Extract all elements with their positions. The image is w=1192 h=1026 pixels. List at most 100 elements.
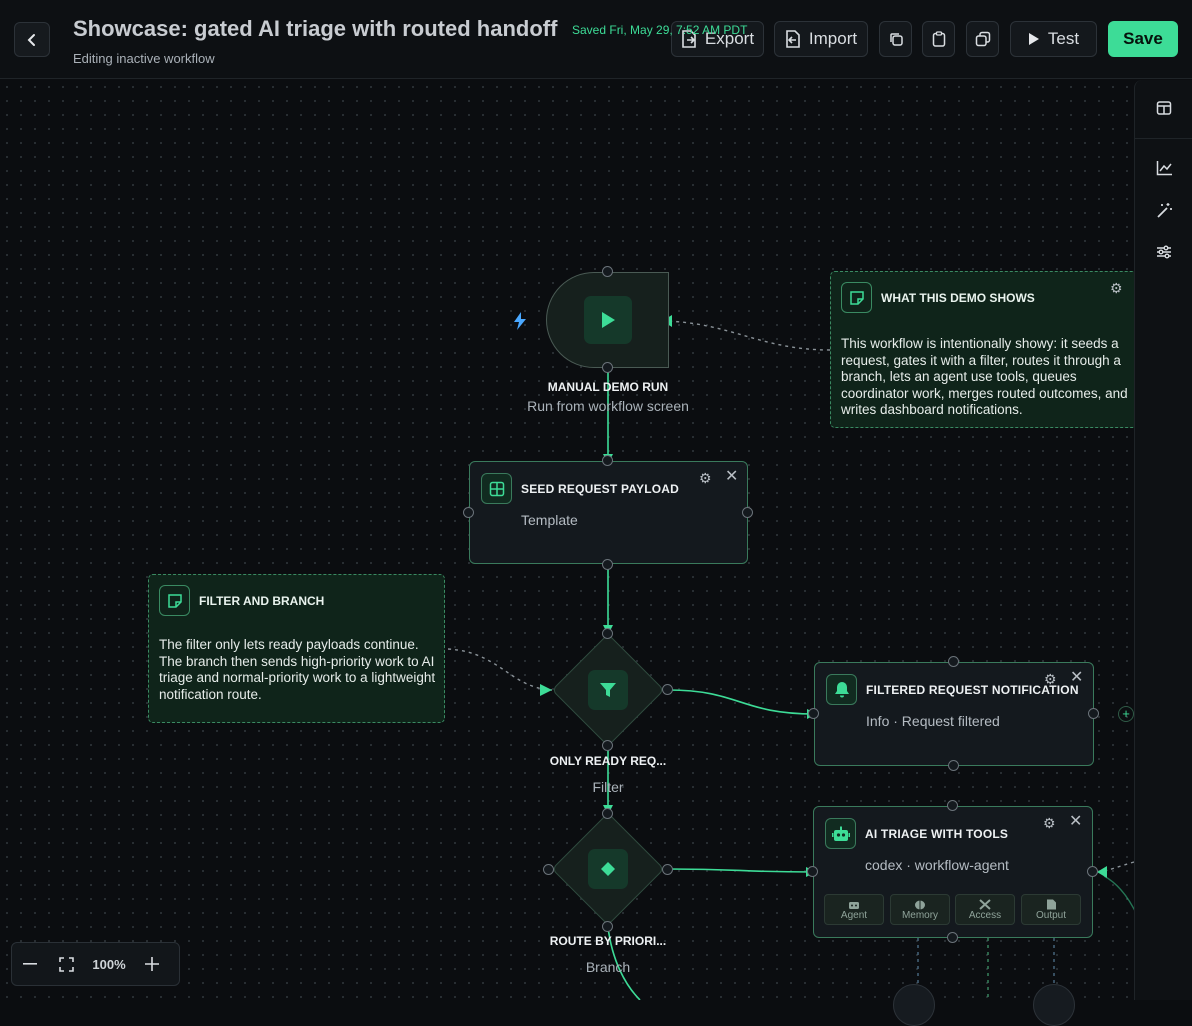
import-label: Import [808, 29, 858, 48]
sticky-note-icon [167, 593, 182, 608]
import-button[interactable]: Import [774, 21, 868, 57]
port-left[interactable] [808, 708, 819, 719]
tab-access[interactable]: Access [955, 894, 1015, 925]
clipboard-icon [932, 31, 945, 47]
ai-triage-title: AI TRIAGE WITH TOOLS [865, 827, 1009, 841]
port-bottom[interactable] [602, 740, 613, 751]
save-button[interactable]: Save [1108, 21, 1178, 57]
close-icon[interactable]: ✕ [1069, 814, 1082, 830]
tab-agent[interactable]: Agent [824, 894, 884, 925]
port-right[interactable] [1087, 866, 1098, 877]
branch-subtitle: Branch [585, 959, 631, 975]
seed-request-payload-node[interactable]: SEED REQUEST PAYLOAD Template ⚙ ✕ [469, 461, 748, 564]
save-label: Save [1123, 29, 1163, 48]
analytics-button[interactable] [1152, 156, 1176, 180]
gear-icon[interactable]: ⚙ [1043, 816, 1056, 830]
test-button[interactable]: Test [1010, 21, 1097, 57]
port-top[interactable] [947, 800, 958, 811]
port-top[interactable] [602, 266, 613, 277]
manual-run-title: MANUAL DEMO RUN [547, 380, 669, 394]
chevron-left-icon [27, 33, 35, 46]
duplicate-button[interactable] [966, 21, 999, 57]
sticky-note-icon [849, 290, 864, 305]
port-left[interactable] [463, 507, 474, 518]
gear-icon[interactable]: ⚙ [699, 471, 712, 485]
port-right[interactable] [662, 684, 673, 695]
panel-toggle-button[interactable] [1152, 96, 1176, 120]
tab-output[interactable]: Output [1021, 894, 1081, 925]
right-sidebar [1134, 80, 1192, 1000]
play-icon [1028, 33, 1039, 45]
zoom-level: 100% [92, 956, 126, 972]
tab-access-label: Access [968, 910, 1002, 921]
port-right[interactable] [662, 864, 673, 875]
duplicate-icon [975, 31, 990, 47]
port-right[interactable] [1088, 708, 1099, 719]
play-icon [602, 312, 615, 328]
demo-note[interactable]: WHAT THIS DEMO SHOWS ⚙ This workflow is … [830, 271, 1160, 428]
plus-icon [145, 957, 159, 971]
file-output-icon [1046, 899, 1056, 910]
saved-status: Saved Fri, May 29, 7:52 AM PDT [572, 23, 748, 37]
port-top[interactable] [602, 628, 613, 639]
fullscreen-icon [58, 956, 74, 972]
copy-button[interactable] [879, 21, 912, 57]
tab-output-label: Output [1035, 910, 1067, 921]
back-button[interactable] [14, 22, 50, 57]
filtered-notification-node[interactable]: FILTERED REQUEST NOTIFICATION Info · Req… [814, 662, 1094, 766]
port-bottom[interactable] [948, 760, 959, 771]
close-icon[interactable]: ✕ [1070, 670, 1083, 686]
branch-diamond-icon [601, 862, 615, 876]
test-label: Test [1047, 29, 1080, 48]
filter-branch-body: The filter only lets ready payloads cont… [159, 637, 436, 702]
port-top[interactable] [602, 455, 613, 466]
settings-sliders-button[interactable] [1152, 240, 1176, 264]
port-bottom[interactable] [602, 362, 613, 373]
close-icon[interactable]: ✕ [725, 469, 738, 485]
brain-icon [915, 900, 925, 910]
robot-icon [831, 826, 850, 841]
port-bottom[interactable] [602, 921, 613, 932]
sticky-note-icon-box [159, 585, 190, 616]
add-node-icon[interactable]: + [1118, 706, 1134, 722]
port-left[interactable] [543, 864, 554, 875]
ai-triage-node[interactable]: AI TRIAGE WITH TOOLS codex · workflow-ag… [813, 806, 1093, 938]
copy-icon [889, 33, 903, 46]
clipboard-button[interactable] [922, 21, 955, 57]
port-left[interactable] [807, 866, 818, 877]
port-right[interactable] [742, 507, 753, 518]
port-top[interactable] [602, 808, 613, 819]
filter-branch-note[interactable]: FILTER AND BRANCH The filter only lets r… [148, 574, 445, 723]
tab-agent-label: Agent [840, 910, 868, 921]
tab-memory[interactable]: Memory [890, 894, 950, 925]
branch-icon-box [588, 849, 628, 889]
port-bottom[interactable] [602, 559, 613, 570]
robot-icon [849, 902, 859, 909]
gear-icon[interactable]: ⚙ [1110, 281, 1123, 295]
output-tool-node[interactable] [1033, 984, 1075, 1026]
notification-subtitle: Info · Request filtered [866, 713, 1000, 729]
page-subtitle: Editing inactive workflow [73, 51, 215, 66]
fit-view-button[interactable] [48, 942, 84, 986]
port-bottom[interactable] [947, 932, 958, 943]
ai-triage-subtitle: codex · workflow-agent [865, 857, 1009, 873]
zoom-out-button[interactable] [12, 942, 48, 986]
seed-subtitle: Template [521, 512, 578, 528]
magic-wand-button[interactable] [1152, 198, 1176, 222]
zoom-in-button[interactable] [134, 942, 170, 986]
port-top[interactable] [948, 656, 959, 667]
tab-memory-label: Memory [901, 910, 939, 921]
sticky-note-icon-box [841, 282, 872, 313]
gear-icon[interactable]: ⚙ [1044, 672, 1057, 686]
table-icon [489, 481, 504, 496]
panel-layout-icon [1156, 101, 1172, 115]
trigger-play-icon-box [584, 296, 632, 344]
file-import-icon [786, 30, 800, 48]
page-title: Showcase: gated AI triage with routed ha… [73, 16, 558, 41]
demo-note-title: WHAT THIS DEMO SHOWS [881, 291, 1035, 305]
memory-tool-node[interactable] [893, 984, 935, 1026]
manual-run-subtitle: Run from workflow screen [527, 398, 689, 414]
zoom-controls: 100% [11, 942, 180, 986]
chart-line-icon [1156, 161, 1172, 176]
filter-subtitle: Filter [592, 779, 624, 795]
